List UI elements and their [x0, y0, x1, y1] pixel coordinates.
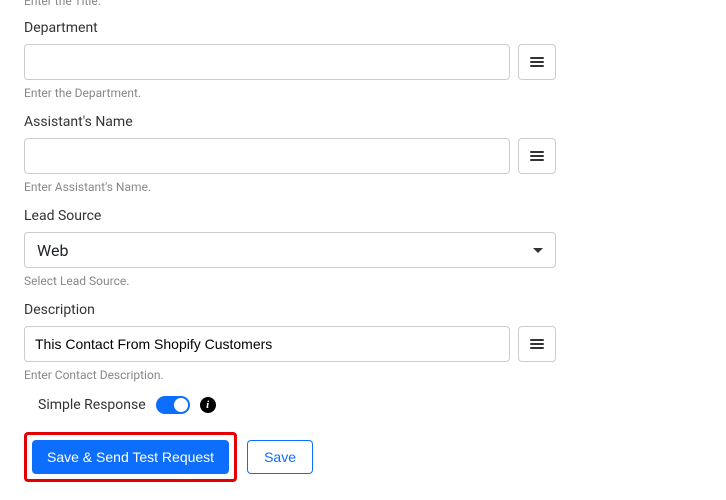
- assistant-helper: Enter Assistant's Name.: [24, 180, 556, 194]
- department-menu-button[interactable]: [518, 44, 556, 80]
- description-input[interactable]: [24, 326, 510, 362]
- menu-icon: [530, 339, 544, 349]
- lead-source-select[interactable]: Web: [24, 232, 556, 268]
- department-input[interactable]: [24, 44, 510, 80]
- simple-response-row: Simple Response i: [38, 396, 556, 414]
- department-label: Department: [24, 20, 556, 36]
- lead-source-field: Lead Source Web Select Lead Source.: [24, 208, 556, 288]
- lead-source-helper: Select Lead Source.: [24, 274, 556, 288]
- assistant-label: Assistant's Name: [24, 114, 556, 130]
- assistant-field: Assistant's Name Enter Assistant's Name.: [24, 114, 556, 194]
- save-button[interactable]: Save: [247, 440, 313, 474]
- lead-source-label: Lead Source: [24, 208, 556, 224]
- info-icon[interactable]: i: [200, 397, 216, 413]
- toggle-knob: [174, 398, 188, 412]
- description-menu-button[interactable]: [518, 326, 556, 362]
- title-helper: Enter the Title.: [24, 0, 556, 8]
- description-field: Description Enter Contact Description.: [24, 302, 556, 382]
- lead-source-value: Web: [37, 241, 68, 260]
- assistant-menu-button[interactable]: [518, 138, 556, 174]
- highlight-annotation: Save & Send Test Request: [24, 432, 237, 482]
- save-send-test-button[interactable]: Save & Send Test Request: [32, 440, 229, 474]
- menu-icon: [530, 151, 544, 161]
- description-label: Description: [24, 302, 556, 318]
- department-helper: Enter the Department.: [24, 86, 556, 100]
- actions-row: Save & Send Test Request Save: [24, 432, 556, 482]
- department-field: Department Enter the Department.: [24, 20, 556, 100]
- simple-response-toggle[interactable]: [156, 396, 190, 414]
- simple-response-label: Simple Response: [38, 397, 146, 413]
- menu-icon: [530, 57, 544, 67]
- chevron-down-icon: [533, 248, 543, 253]
- assistant-input[interactable]: [24, 138, 510, 174]
- description-helper: Enter Contact Description.: [24, 368, 556, 382]
